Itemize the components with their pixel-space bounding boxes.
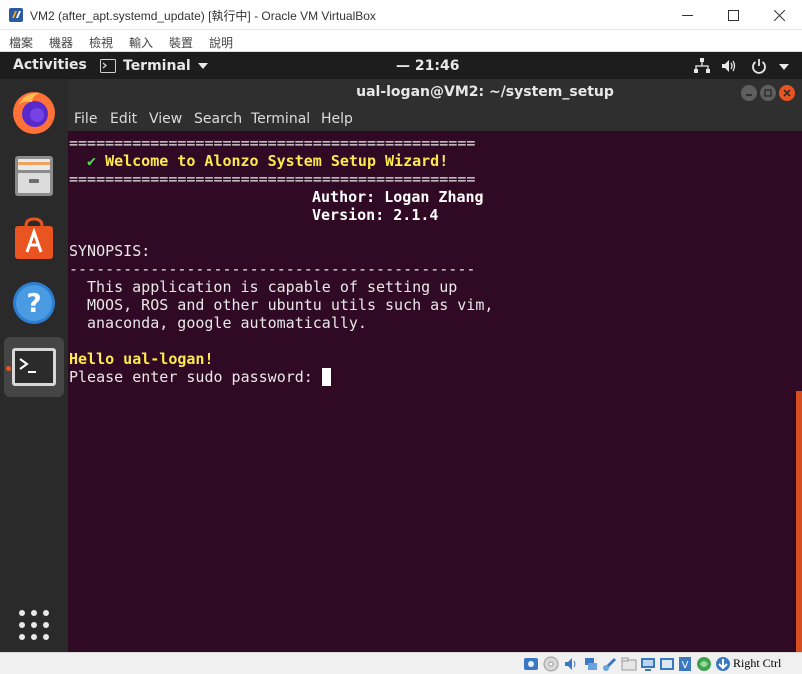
minimize-icon	[681, 14, 693, 16]
check-icon: ✔	[87, 152, 97, 170]
minimize-button[interactable]	[664, 0, 710, 30]
dock-item-help[interactable]: ?	[4, 273, 64, 333]
password-prompt-line[interactable]: Please enter sudo password:	[69, 368, 331, 386]
display-icon[interactable]	[640, 656, 656, 672]
dock-item-firefox[interactable]	[4, 82, 64, 142]
rule-top: ========================================…	[69, 134, 476, 152]
clock-dash: —	[396, 58, 410, 74]
vbox-menu-input[interactable]: 輸入	[129, 34, 153, 51]
terminal-small-icon	[100, 59, 116, 73]
vbox-menubar: 檔案 機器 檢視 輸入 裝置 說明	[0, 30, 802, 52]
menu-search[interactable]: Search	[194, 111, 242, 127]
terminal-icon	[12, 348, 56, 386]
audio-icon[interactable]	[563, 656, 579, 672]
network-icon[interactable]	[693, 57, 711, 75]
guest-additions-icon[interactable]	[696, 656, 712, 672]
app-menu[interactable]: Terminal	[100, 57, 208, 75]
rule-dash: ----------------------------------------…	[69, 260, 476, 278]
svg-text:?: ?	[26, 289, 41, 319]
system-menu-chevron-icon[interactable]	[778, 57, 790, 75]
firefox-icon	[13, 92, 55, 134]
menu-terminal[interactable]: Terminal	[251, 111, 310, 127]
software-icon	[15, 217, 53, 259]
terminal-menubar: File Edit View Search Terminal Help	[68, 107, 802, 131]
cpu-icon[interactable]: V	[677, 656, 693, 672]
video-capture-icon[interactable]	[659, 656, 675, 672]
gnome-top-bar: Activities Terminal — 21:46	[0, 52, 802, 79]
hello-line: Hello ual-logan!	[69, 350, 214, 368]
desc-line-1: This application is capable of setting u…	[87, 278, 458, 296]
close-button[interactable]	[756, 0, 802, 30]
optical-drive-icon[interactable]	[543, 656, 559, 672]
hard-disk-icon[interactable]	[523, 656, 539, 672]
desc-line-2: MOOS, ROS and other ubuntu utils such as…	[87, 296, 494, 314]
terminal-output[interactable]: ========================================…	[68, 131, 802, 652]
terminal-headerbar: ual-logan@VM2: ~/system_setup File Edit …	[68, 79, 802, 131]
vbox-window-title: VM2 (after_apt.systemd_update) [執行中] - O…	[30, 9, 376, 23]
virtualbox-app-icon[interactable]	[8, 7, 24, 23]
show-apps-icon	[19, 610, 49, 640]
menu-edit[interactable]: Edit	[110, 111, 137, 127]
network-adapter-icon[interactable]	[583, 656, 599, 672]
vbox-menu-view[interactable]: 檢視	[89, 34, 113, 51]
vbox-menu-file[interactable]: 檔案	[9, 34, 33, 51]
dock-item-show-apps[interactable]	[4, 610, 64, 640]
activities-button[interactable]: Activities	[13, 57, 87, 73]
welcome-text: Welcome to Alonzo System Setup Wizard!	[105, 152, 449, 170]
vbox-menu-help[interactable]: 說明	[209, 34, 233, 51]
help-icon: ?	[13, 282, 55, 324]
vbox-statusbar: V Right Ctrl	[0, 652, 802, 674]
terminal-minimize-button[interactable]	[741, 85, 757, 101]
dock-item-files[interactable]	[4, 145, 64, 205]
close-icon	[773, 9, 785, 21]
terminal-close-button[interactable]	[779, 85, 795, 101]
maximize-icon	[764, 89, 772, 97]
clock-time: 21:46	[414, 58, 460, 74]
app-menu-label: Terminal	[123, 58, 191, 74]
guest-screen: Activities Terminal — 21:46 ? ual-logan@…	[0, 52, 802, 652]
running-indicator	[6, 366, 11, 371]
vbox-menu-machine[interactable]: 機器	[49, 34, 73, 51]
usb-icon[interactable]	[602, 656, 618, 672]
files-icon	[15, 156, 53, 196]
menu-view[interactable]: View	[149, 111, 182, 127]
clock[interactable]: — 21:46	[396, 58, 459, 74]
synopsis-heading: SYNOPSIS:	[69, 242, 151, 260]
maximize-button[interactable]	[710, 0, 756, 30]
menu-help[interactable]: Help	[321, 111, 353, 127]
version-line: Version: 2.1.4	[312, 206, 439, 224]
shared-folders-icon[interactable]	[621, 656, 637, 672]
terminal-scrollbar[interactable]	[796, 391, 802, 652]
password-prompt: Please enter sudo password:	[69, 368, 322, 386]
volume-icon[interactable]	[720, 57, 738, 75]
dock-item-software[interactable]	[4, 209, 64, 269]
close-icon	[783, 89, 791, 97]
desc-line-3: anaconda, google automatically.	[87, 314, 367, 332]
svg-text:V: V	[682, 660, 689, 671]
terminal-maximize-button[interactable]	[760, 85, 776, 101]
vbox-menu-devices[interactable]: 裝置	[169, 34, 193, 51]
dock: ?	[0, 79, 68, 652]
keyboard-capture-icon[interactable]	[715, 656, 731, 672]
rule-mid: ========================================…	[69, 170, 476, 188]
dock-item-terminal[interactable]	[4, 337, 64, 397]
power-icon[interactable]	[750, 57, 768, 75]
host-key-label: Right Ctrl	[733, 656, 782, 670]
maximize-icon	[727, 9, 739, 21]
menu-file[interactable]: File	[74, 111, 97, 127]
welcome-line: ✔ Welcome to Alonzo System Setup Wizard!	[87, 152, 448, 170]
author-line: Author: Logan Zhang	[312, 188, 484, 206]
chevron-down-icon	[197, 63, 208, 69]
text-cursor	[321, 368, 331, 386]
terminal-title: ual-logan@VM2: ~/system_setup	[356, 84, 614, 100]
vbox-titlebar: VM2 (after_apt.systemd_update) [執行中] - O…	[0, 0, 802, 30]
minimize-icon	[746, 94, 752, 96]
